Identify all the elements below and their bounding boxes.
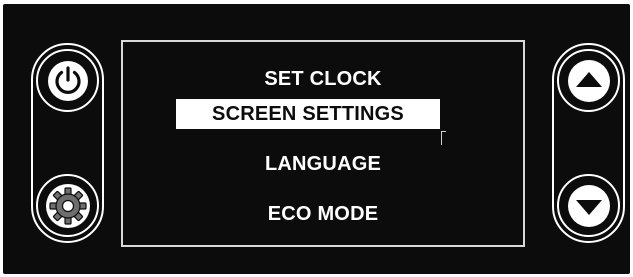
display-screen: SET CLOCK SCREEN SETTINGS LANGUAGE ECO M… [121, 40, 525, 247]
menu-item-language[interactable]: LANGUAGE [123, 152, 523, 176]
settings-button[interactable] [36, 174, 99, 237]
up-button[interactable] [557, 49, 620, 112]
menu-item-screen-settings[interactable]: SCREEN SETTINGS [176, 99, 440, 129]
menu-item-eco-mode[interactable]: ECO MODE [123, 202, 523, 226]
left-button-group [31, 43, 104, 243]
right-button-group [552, 43, 625, 243]
control-panel: SET CLOCK SCREEN SETTINGS LANGUAGE ECO M… [3, 4, 630, 274]
down-button[interactable] [557, 174, 620, 237]
gear-icon [45, 183, 90, 228]
power-button[interactable] [36, 49, 99, 112]
menu-item-set-clock[interactable]: SET CLOCK [123, 67, 523, 91]
power-icon [47, 60, 88, 101]
arrow-down-icon [567, 184, 610, 227]
arrow-up-icon [567, 59, 610, 102]
selection-cursor [441, 131, 446, 145]
